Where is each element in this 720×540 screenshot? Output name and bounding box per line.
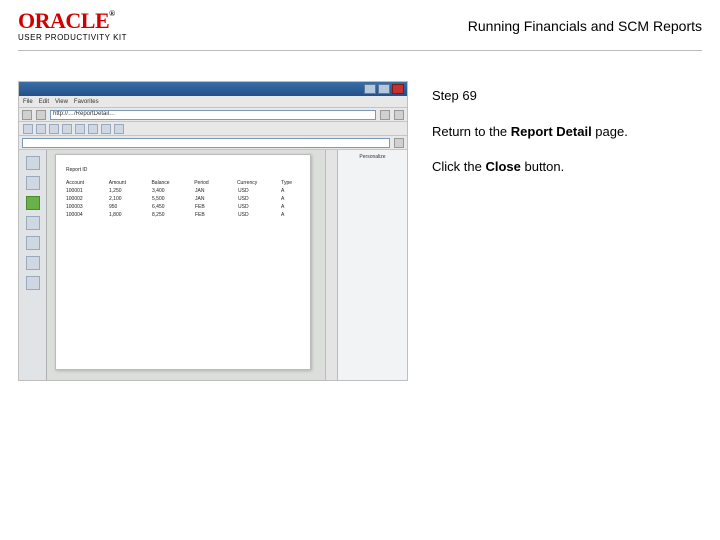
cell: A bbox=[281, 196, 300, 202]
cell: 100004 bbox=[66, 212, 85, 218]
sidebar-icon[interactable] bbox=[26, 156, 40, 170]
cell: 5,500 bbox=[152, 196, 171, 202]
cell: JAN bbox=[195, 196, 214, 202]
right-panel-label[interactable]: Personalize bbox=[359, 154, 385, 160]
sidebar-icon[interactable] bbox=[26, 276, 40, 290]
cell: USD bbox=[238, 188, 257, 194]
oracle-logo: ORACLE® USER PRODUCTIVITY KIT bbox=[18, 10, 127, 42]
step-instructions: Step 69 Return to the Report Detail page… bbox=[432, 81, 628, 194]
instruction-line-1: Return to the Report Detail page. bbox=[432, 123, 628, 141]
tab-action-icon[interactable] bbox=[394, 138, 404, 148]
text: Return to the bbox=[432, 124, 511, 139]
col-header: Amount bbox=[109, 180, 128, 186]
page-header: ORACLE® USER PRODUCTIVITY KIT Running Fi… bbox=[0, 0, 720, 46]
maximize-button[interactable] bbox=[378, 84, 390, 94]
cell: A bbox=[281, 204, 300, 210]
table-row: 100004 1,800 8,250 FEB USD A bbox=[66, 211, 300, 219]
forward-button[interactable] bbox=[36, 110, 46, 120]
menu-item[interactable]: View bbox=[55, 99, 68, 105]
cell: 1,800 bbox=[109, 212, 128, 218]
sidebar-icon[interactable] bbox=[26, 236, 40, 250]
text: button. bbox=[521, 159, 564, 174]
cell: A bbox=[281, 212, 300, 218]
col-header: Balance bbox=[151, 180, 170, 186]
close-button[interactable] bbox=[392, 84, 404, 94]
cell: 100001 bbox=[66, 188, 85, 194]
menu-item[interactable]: Edit bbox=[39, 99, 49, 105]
cell: 2,100 bbox=[109, 196, 128, 202]
report-viewer: Report ID Account Amount Balance Period … bbox=[19, 150, 407, 380]
cell: USD bbox=[238, 204, 257, 210]
document-title: Running Financials and SCM Reports bbox=[468, 18, 702, 34]
vertical-scrollbar[interactable] bbox=[325, 150, 337, 380]
back-button[interactable] bbox=[22, 110, 32, 120]
search-icon[interactable] bbox=[394, 110, 404, 120]
right-panel: Personalize bbox=[337, 150, 407, 380]
report-header: Report ID bbox=[66, 167, 300, 173]
window-titlebar bbox=[19, 82, 407, 96]
sidebar-icon[interactable] bbox=[26, 196, 40, 210]
emphasis: Close bbox=[485, 159, 520, 174]
sidebar-icon[interactable] bbox=[26, 176, 40, 190]
cell: 8,250 bbox=[152, 212, 171, 218]
emphasis: Report Detail bbox=[511, 124, 592, 139]
menu-item[interactable]: File bbox=[23, 99, 33, 105]
go-button[interactable] bbox=[380, 110, 390, 120]
toolbar-icon[interactable] bbox=[49, 124, 59, 134]
col-header: Currency bbox=[237, 180, 257, 186]
toolbar-icon[interactable] bbox=[23, 124, 33, 134]
secondary-address[interactable] bbox=[22, 138, 390, 148]
toolbar-icon[interactable] bbox=[114, 124, 124, 134]
report-id-label: Report ID bbox=[66, 167, 87, 173]
tab-strip bbox=[19, 136, 407, 150]
toolbar-icon[interactable] bbox=[62, 124, 72, 134]
report-page: Report ID Account Amount Balance Period … bbox=[55, 154, 311, 370]
cell: 100003 bbox=[66, 204, 85, 210]
col-header: Period bbox=[194, 180, 213, 186]
cell: USD bbox=[238, 212, 257, 218]
vendor-name: ORACLE® bbox=[18, 10, 127, 32]
product-name: USER PRODUCTIVITY KIT bbox=[18, 34, 127, 42]
step-number: Step 69 bbox=[432, 87, 628, 105]
sidebar-icon[interactable] bbox=[26, 256, 40, 270]
table-row: 100002 2,100 5,500 JAN USD A bbox=[66, 195, 300, 203]
viewer-sidebar bbox=[19, 150, 47, 380]
address-input[interactable]: http://…/ReportDetail… bbox=[50, 110, 376, 120]
cell: 6,450 bbox=[152, 204, 171, 210]
cell: 3,400 bbox=[152, 188, 171, 194]
cell: FEB bbox=[195, 212, 214, 218]
minimize-button[interactable] bbox=[364, 84, 376, 94]
cell: USD bbox=[238, 196, 257, 202]
embedded-screenshot: File Edit View Favorites http://…/Report… bbox=[18, 81, 408, 381]
table-row: 100001 1,250 3,400 JAN USD A bbox=[66, 187, 300, 195]
window-menubar: File Edit View Favorites bbox=[19, 96, 407, 108]
trademark: ® bbox=[109, 9, 114, 18]
col-header: Type bbox=[281, 180, 300, 186]
cell: JAN bbox=[195, 188, 214, 194]
table-row: 100003 950 6,450 FEB USD A bbox=[66, 203, 300, 211]
toolbar-icon[interactable] bbox=[75, 124, 85, 134]
col-header: Account bbox=[66, 180, 85, 186]
vendor-text: ORACLE bbox=[18, 8, 109, 33]
instruction-line-2: Click the Close button. bbox=[432, 158, 628, 176]
cell: 950 bbox=[109, 204, 128, 210]
toolbar-icon[interactable] bbox=[101, 124, 111, 134]
cell: A bbox=[281, 188, 300, 194]
menu-item[interactable]: Favorites bbox=[74, 99, 99, 105]
text: page. bbox=[592, 124, 628, 139]
address-bar-row: http://…/ReportDetail… bbox=[19, 108, 407, 122]
cell: 100002 bbox=[66, 196, 85, 202]
text: Click the bbox=[432, 159, 485, 174]
toolbar-icon[interactable] bbox=[88, 124, 98, 134]
sidebar-icon[interactable] bbox=[26, 216, 40, 230]
cell: 1,250 bbox=[109, 188, 128, 194]
table-header-row: Account Amount Balance Period Currency T… bbox=[66, 179, 300, 187]
cell: FEB bbox=[195, 204, 214, 210]
browser-toolbar bbox=[19, 122, 407, 136]
content-row: File Edit View Favorites http://…/Report… bbox=[0, 51, 720, 381]
toolbar-icon[interactable] bbox=[36, 124, 46, 134]
